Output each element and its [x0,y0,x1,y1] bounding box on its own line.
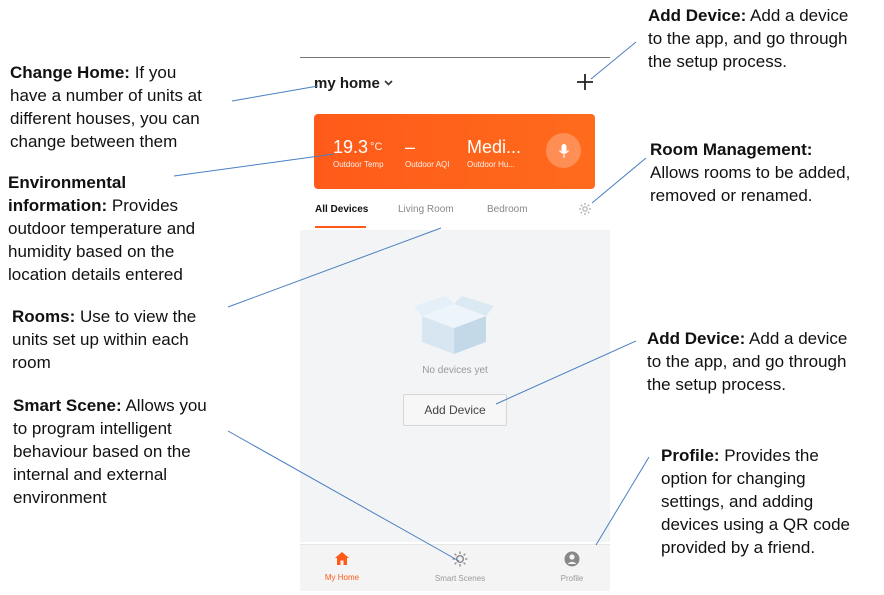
sun-icon [452,551,468,571]
annotation-add-device-top: Add Device: Add a device to the app, and… [648,6,849,71]
annotation-rooms: Rooms: Use to view the units set up with… [12,307,197,372]
add-device-button[interactable]: Add Device [403,394,507,426]
gear-icon[interactable] [578,202,592,221]
aqi-block: – Outdoor AQI [405,137,449,169]
empty-state-text: No devices yet [422,365,488,376]
annotation-smart-scene: Smart Scene: Allows you to program intel… [13,396,207,507]
nav-label-my-home: My Home [324,573,360,582]
user-icon [564,551,580,571]
tab-bedroom[interactable]: Bedroom [487,204,528,215]
home-selector[interactable]: my home [314,75,393,92]
home-icon [334,552,350,570]
microphone-icon[interactable] [546,133,581,168]
nav-profile[interactable]: Profile [532,551,612,583]
annotation-change-home: Change Home: If you have a number of uni… [10,63,202,151]
annotation-room-management: Room Management: Allows rooms to be adde… [650,140,851,205]
tab-living-room[interactable]: Living Room [398,204,454,215]
humidity-label: Outdoor Hu... [467,160,516,169]
active-tab-indicator [315,226,366,228]
annotation-environmental: Environmental information: Provides outd… [8,173,196,284]
plus-icon[interactable] [576,69,594,95]
temp-value: 19.3 [333,137,369,157]
device-list-area: No devices yet Add Device [300,230,610,542]
temp-block: 19.3 °C Outdoor Temp [333,137,384,169]
nav-label-smart-scenes: Smart Scenes [434,574,486,583]
humidity-block: Medi... Outdoor Hu... [467,137,521,169]
bottom-nav: My Home Smart Scenes Profile [300,544,610,591]
temp-unit: °C [370,141,383,153]
chevron-down-icon [384,78,393,89]
nav-label-profile: Profile [560,574,584,583]
home-name: my home [314,75,380,92]
aqi-value: – [405,137,416,157]
annotation-add-device-mid: Add Device: Add a device to the app, and… [647,329,848,394]
environment-card: 19.3 °C Outdoor Temp – Outdoor AQI Medi..… [314,114,595,189]
annotation-profile: Profile: Provides the option for changin… [661,446,850,557]
room-tabs: All Devices Living Room Bedroom [300,202,610,230]
temp-label: Outdoor Temp [333,160,384,169]
nav-my-home[interactable]: My Home [302,551,382,582]
app-screen: my home 19.3 °C Outdoor Temp – Outdoor AQ… [300,58,610,591]
empty-box-icon [412,294,496,361]
tab-all-devices[interactable]: All Devices [315,204,368,215]
humidity-value: Medi... [467,137,522,157]
nav-smart-scenes[interactable]: Smart Scenes [420,551,500,583]
aqi-label: Outdoor AQI [405,160,450,169]
